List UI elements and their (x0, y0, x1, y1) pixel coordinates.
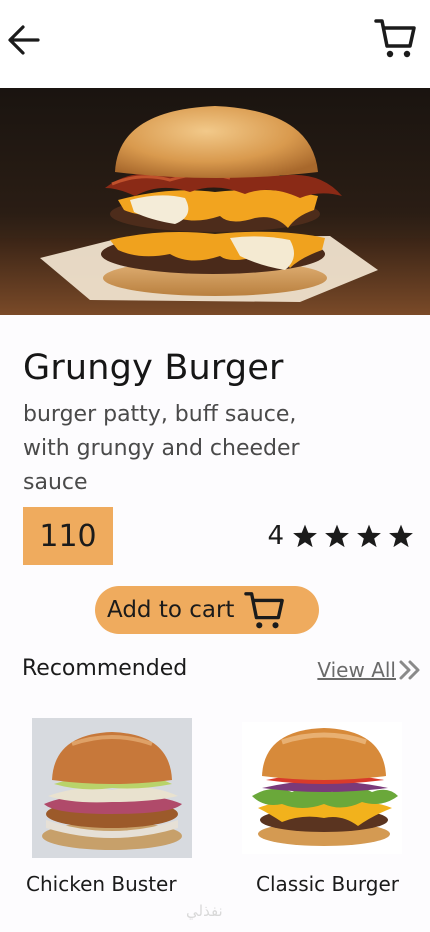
double-chevron-right-icon (399, 660, 420, 680)
watermark: نفذلي (186, 902, 223, 920)
price-badge: 110 (23, 507, 113, 565)
recommended-card[interactable]: Chicken Buster (18, 718, 194, 896)
rating-value: 4 (267, 521, 284, 551)
cart-button[interactable] (374, 16, 418, 60)
shopping-cart-icon (244, 592, 285, 629)
star-icon (357, 524, 381, 548)
recommended-item-name: Chicken Buster (26, 872, 177, 896)
product-description: burger patty, buff sauce, with grungy an… (23, 402, 300, 495)
view-all-link[interactable]: View All (317, 658, 422, 682)
recommended-image (242, 722, 402, 854)
add-to-cart-label: Add to cart (107, 597, 235, 623)
view-all-label: View All (317, 658, 396, 682)
recommended-heading: Recommended (22, 656, 188, 681)
recommended-item-name: Classic Burger (256, 872, 400, 896)
shopping-cart-icon (374, 19, 416, 58)
recommended-card[interactable]: Classic Burger (240, 722, 416, 896)
add-to-cart-button[interactable]: Add to cart (95, 586, 319, 634)
rating: 4 (267, 518, 414, 554)
top-bar (0, 0, 430, 88)
star-icon (293, 524, 317, 548)
star-icon (325, 524, 349, 548)
recommended-image (32, 718, 192, 858)
star-icon (389, 524, 413, 548)
product-image (0, 88, 430, 315)
product-title: Grungy Burger (23, 348, 284, 388)
back-button[interactable] (6, 22, 42, 58)
price-value: 110 (39, 518, 97, 554)
arrow-left-icon (8, 25, 40, 55)
